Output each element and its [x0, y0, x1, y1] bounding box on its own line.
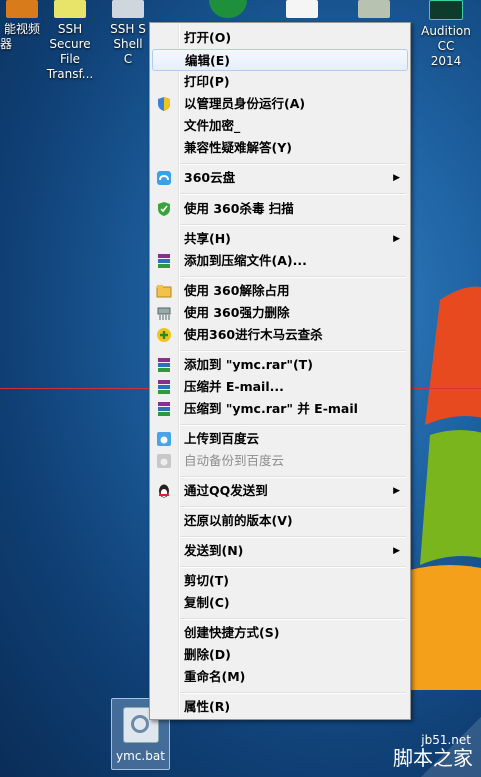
menu-separator	[180, 163, 406, 165]
file-label: ymc.bat	[116, 749, 165, 763]
360-antivirus-icon	[158, 202, 170, 216]
app-icon	[209, 0, 247, 18]
menu-item-add-archive[interactable]: 添加到压缩文件(A)...	[152, 250, 408, 272]
menu-item-restore-versions[interactable]: 还原以前的版本(V)	[152, 510, 408, 532]
menu-separator	[180, 506, 406, 508]
menu-separator	[180, 224, 406, 226]
menu-item-compress-rar-email[interactable]: 压缩到 "ymc.rar" 并 E-mail	[152, 398, 408, 420]
menu-item-baidu-backup[interactable]: 自动备份到百度云	[152, 450, 408, 472]
desktop-icon-ssh-shell[interactable]: SSH S Shell C	[108, 0, 148, 67]
menu-item-rename[interactable]: 重命名(M)	[152, 666, 408, 688]
menu-item-360-scan[interactable]: 使用 360杀毒 扫描	[152, 198, 408, 220]
menu-item-encrypt[interactable]: 文件加密_	[152, 115, 408, 137]
menu-separator	[180, 536, 406, 538]
menu-separator	[180, 566, 406, 568]
360-cloud-icon	[157, 171, 171, 185]
menu-item-open[interactable]: 打开(O)	[152, 27, 408, 49]
menu-item-compress-email[interactable]: 压缩并 E-mail...	[152, 376, 408, 398]
desktop-icon-6[interactable]	[340, 0, 408, 22]
watermark: jb51.net 脚本之家	[351, 707, 481, 777]
menu-item-share[interactable]: 共享(H) ▶	[152, 228, 408, 250]
folder-unlock-icon	[156, 285, 172, 298]
menu-item-360-cloud[interactable]: 360云盘 ▶	[152, 167, 408, 189]
desktop-icon-4[interactable]	[194, 0, 262, 22]
menu-item-edit[interactable]: 编辑(E)	[152, 49, 408, 71]
app-icon	[54, 0, 86, 18]
menu-item-print[interactable]: 打印(P)	[152, 71, 408, 93]
desktop-icon-audition[interactable]: Audition CC 2014	[412, 0, 480, 69]
shredder-icon	[157, 307, 171, 320]
submenu-arrow-icon: ▶	[393, 546, 400, 556]
app-icon	[286, 0, 318, 18]
windows-logo	[400, 286, 481, 690]
menu-item-qq-send[interactable]: 通过QQ发送到 ▶	[152, 480, 408, 502]
menu-separator	[180, 276, 406, 278]
uac-shield-icon	[158, 97, 170, 111]
winrar-icon	[158, 402, 170, 416]
winrar-icon	[158, 358, 170, 372]
winrar-icon	[158, 380, 170, 394]
menu-item-360-force-delete[interactable]: 使用 360强力删除	[152, 302, 408, 324]
menu-item-cut[interactable]: 剪切(T)	[152, 570, 408, 592]
submenu-arrow-icon: ▶	[393, 234, 400, 244]
watermark-name: 脚本之家	[393, 746, 473, 770]
menu-item-360-unlock[interactable]: 使用 360解除占用	[152, 280, 408, 302]
menu-item-baidu-upload[interactable]: 上传到百度云	[152, 428, 408, 450]
menu-item-run-as-admin[interactable]: 以管理员身份运行(A)	[152, 93, 408, 115]
submenu-arrow-icon: ▶	[393, 173, 400, 183]
context-menu: 打开(O) 编辑(E) 打印(P) 以管理员身份运行(A) 文件加密_ 兼容性疑…	[149, 22, 411, 720]
desktop-icon-5[interactable]	[268, 0, 336, 22]
baidu-cloud-icon	[157, 432, 171, 446]
menu-item-add-to-rar[interactable]: 添加到 "ymc.rar"(T)	[152, 354, 408, 376]
app-icon	[112, 0, 144, 18]
menu-separator	[180, 692, 406, 694]
submenu-arrow-icon: ▶	[393, 486, 400, 496]
baidu-backup-icon	[157, 454, 171, 468]
menu-item-copy[interactable]: 复制(C)	[152, 592, 408, 614]
menu-item-360-trojan[interactable]: 使用360进行木马云查杀	[152, 324, 408, 346]
menu-separator	[180, 618, 406, 620]
menu-item-compat[interactable]: 兼容性疑难解答(Y)	[152, 137, 408, 159]
app-icon	[429, 0, 463, 20]
menu-separator	[180, 424, 406, 426]
360-trojan-icon	[157, 328, 171, 342]
menu-separator	[180, 193, 406, 195]
menu-item-send-to[interactable]: 发送到(N) ▶	[152, 540, 408, 562]
app-icon	[358, 0, 390, 18]
qq-penguin-icon	[159, 484, 169, 498]
menu-separator	[180, 476, 406, 478]
menu-item-create-shortcut[interactable]: 创建快捷方式(S)	[152, 622, 408, 644]
menu-item-delete[interactable]: 删除(D)	[152, 644, 408, 666]
menu-separator	[180, 350, 406, 352]
winrar-icon	[158, 254, 170, 268]
app-icon	[6, 0, 38, 18]
desktop-icon-ssh-file[interactable]: SSH Secure File Transf...	[36, 0, 104, 82]
